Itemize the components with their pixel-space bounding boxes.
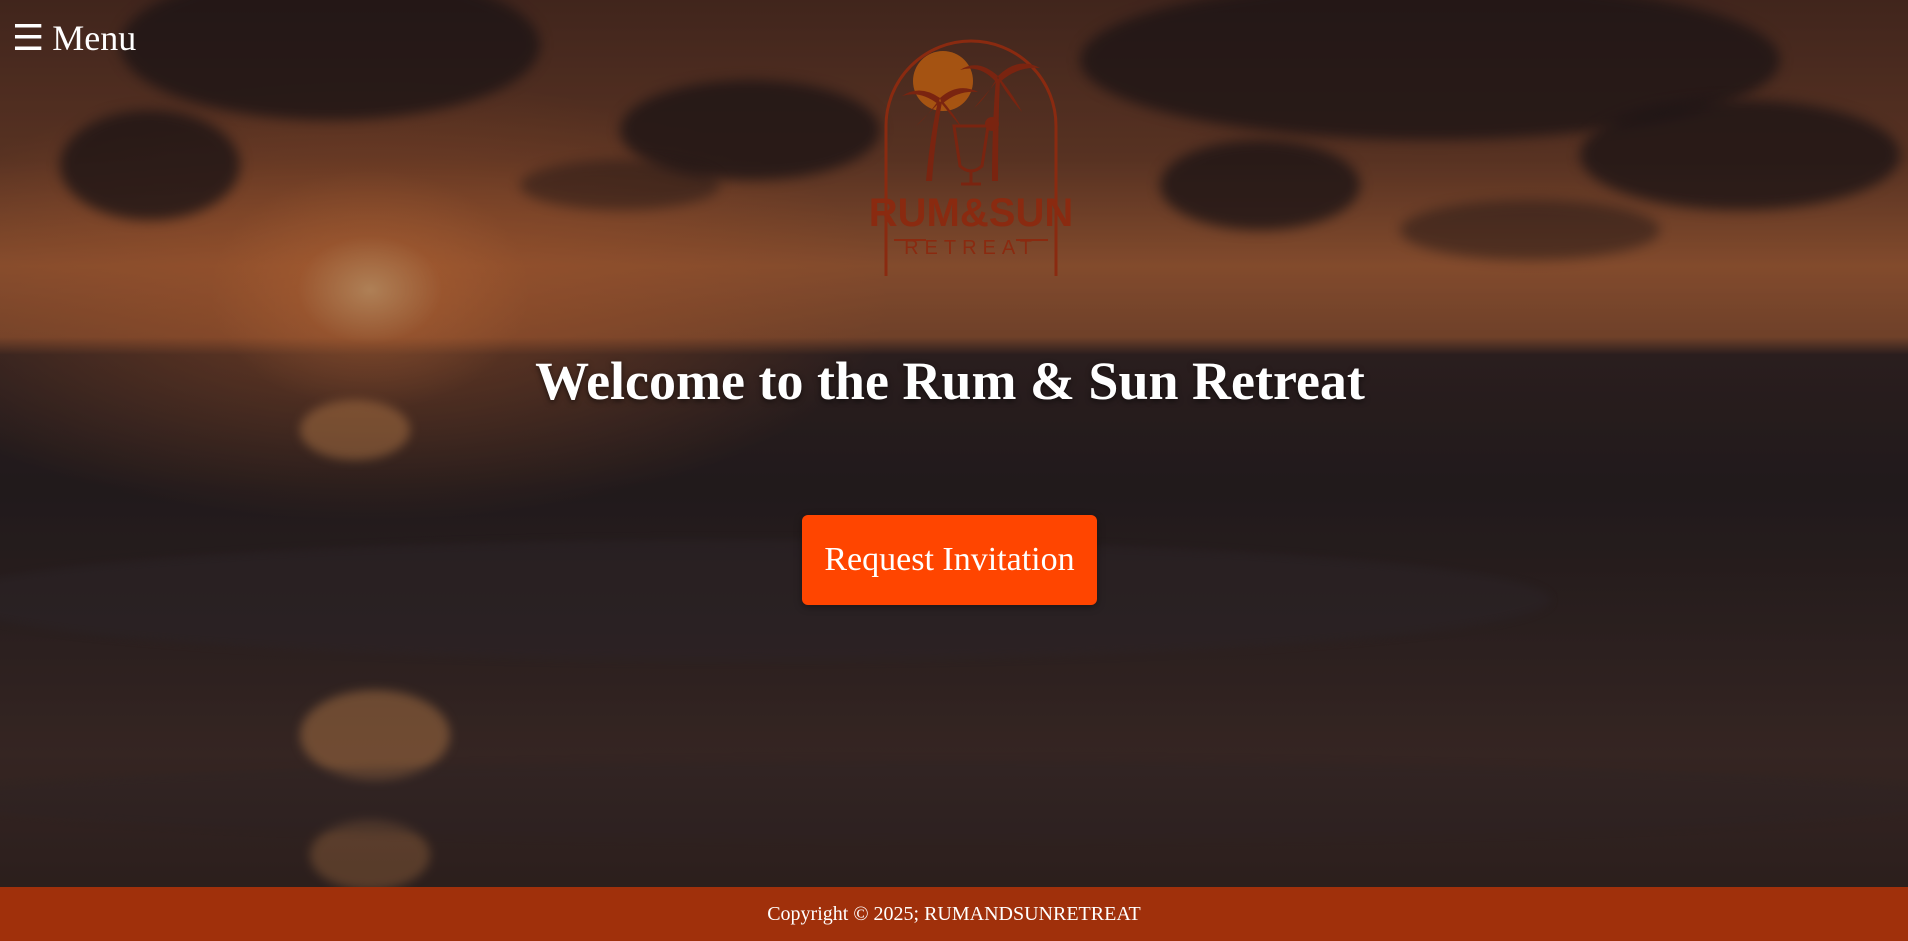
cocktail-glass-icon xyxy=(952,124,990,186)
menu-button[interactable]: ☰ Menu xyxy=(12,16,136,60)
copyright-text: Copyright © 2025; RUMANDSUNRETREAT xyxy=(767,902,1141,925)
page-title: Welcome to the Rum & Sun Retreat xyxy=(535,351,1365,411)
palm-tree-left-icon xyxy=(902,88,978,181)
hamburger-icon: ☰ xyxy=(12,18,45,58)
lime-garnish-icon xyxy=(985,117,999,131)
rum-sun-logo: RUM&SUN RETREAT xyxy=(869,39,1073,276)
request-invitation-button[interactable]: Request Invitation xyxy=(802,515,1097,605)
menu-label: Menu xyxy=(52,18,137,58)
logo-name: RUM&SUN xyxy=(869,191,1073,235)
footer: Copyright © 2025; RUMANDSUNRETREAT xyxy=(0,887,1908,941)
